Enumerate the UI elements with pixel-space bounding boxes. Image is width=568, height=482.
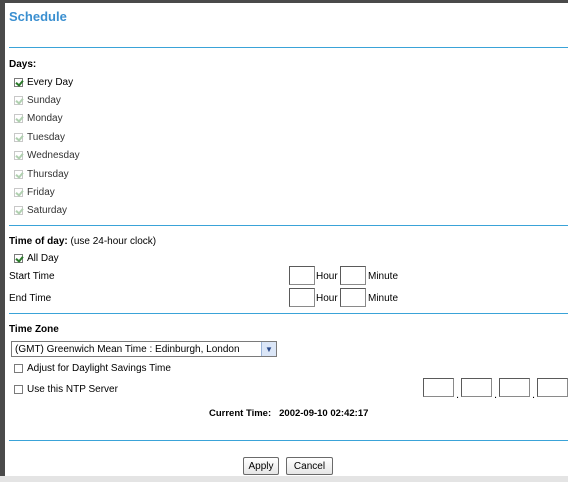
start-hour-unit: Hour — [316, 271, 338, 282]
end-minute-unit: Minute — [368, 293, 399, 304]
divider — [9, 47, 568, 48]
cancel-button[interactable]: Cancel — [286, 457, 333, 475]
wednesday-label: Wednesday — [27, 149, 80, 161]
day-row-tuesday: Tuesday — [14, 130, 65, 144]
day-row-thursday: Thursday — [14, 167, 69, 181]
saturday-label: Saturday — [27, 204, 68, 216]
friday-checkbox — [14, 187, 23, 197]
thursday-checkbox — [14, 169, 23, 179]
start-minute-unit: Minute — [368, 271, 399, 282]
start-time-label: Start Time — [9, 271, 55, 282]
friday-label: Friday — [27, 186, 55, 198]
daylight-savings-label: Adjust for Daylight Savings Time — [27, 362, 171, 374]
sunday-label: Sunday — [27, 94, 61, 106]
all-day-row[interactable]: All Day — [14, 251, 59, 265]
ip-separator-dot: . — [532, 389, 536, 401]
time-of-day-heading-text: Time of day: — [9, 236, 68, 247]
current-time-label: Current Time: — [209, 408, 272, 419]
tuesday-checkbox — [14, 132, 23, 142]
time-zone-select[interactable]: (GMT) Greenwich Mean Time : Edinburgh, L… — [11, 341, 277, 357]
ntp-server-label: Use this NTP Server — [27, 383, 118, 395]
ip-separator-dot: . — [494, 389, 498, 401]
ntp-octet-1-input[interactable] — [423, 378, 454, 397]
every-day-label: Every Day — [27, 76, 74, 88]
start-minute-input[interactable] — [340, 266, 366, 285]
ntp-octet-3-input[interactable] — [499, 378, 530, 397]
window-bottom-strip — [0, 476, 568, 482]
time-zone-heading: Time Zone — [9, 324, 59, 335]
wednesday-checkbox — [14, 150, 23, 160]
current-time-value: 2002-09-10 02:42:17 — [279, 408, 369, 419]
daylight-savings-row[interactable]: Adjust for Daylight Savings Time — [14, 361, 171, 375]
end-hour-input[interactable] — [289, 288, 315, 307]
time-of-day-heading: Time of day: (use 24-hour clock) — [9, 236, 156, 247]
day-row-sunday: Sunday — [14, 93, 61, 107]
daylight-savings-checkbox[interactable] — [14, 363, 23, 373]
monday-label: Monday — [27, 112, 63, 124]
day-row-wednesday: Wednesday — [14, 148, 80, 162]
day-row-friday: Friday — [14, 185, 55, 199]
current-time-display: Current Time: 2002-09-10 02:42:17 — [209, 408, 368, 419]
page-title: Schedule — [9, 9, 67, 24]
ntp-server-checkbox[interactable] — [14, 384, 23, 394]
saturday-checkbox — [14, 205, 23, 215]
window-left-border — [0, 0, 5, 482]
every-day-checkbox[interactable] — [14, 77, 23, 87]
day-row-monday: Monday — [14, 111, 63, 125]
tuesday-label: Tuesday — [27, 131, 65, 143]
chevron-down-icon[interactable]: ▼ — [261, 342, 276, 356]
all-day-label: All Day — [27, 252, 59, 264]
start-hour-input[interactable] — [289, 266, 315, 285]
schedule-page: Schedule Days: Every Day Sunday Monday T… — [9, 3, 568, 476]
days-heading: Days: — [9, 59, 37, 70]
ntp-octet-4-input[interactable] — [537, 378, 568, 397]
end-time-label: End Time — [9, 293, 52, 304]
day-row-every-day[interactable]: Every Day — [14, 75, 73, 89]
time-of-day-note: (use 24-hour clock) — [67, 236, 157, 247]
divider — [9, 440, 568, 441]
end-minute-input[interactable] — [340, 288, 366, 307]
time-zone-selected-value: (GMT) Greenwich Mean Time : Edinburgh, L… — [15, 343, 240, 355]
monday-checkbox — [14, 113, 23, 123]
divider — [9, 313, 568, 314]
ip-separator-dot: . — [456, 389, 460, 401]
apply-button[interactable]: Apply — [243, 457, 279, 475]
end-hour-unit: Hour — [316, 293, 338, 304]
all-day-checkbox[interactable] — [14, 253, 23, 263]
ntp-octet-2-input[interactable] — [461, 378, 492, 397]
day-row-saturday: Saturday — [14, 203, 67, 217]
ntp-server-row[interactable]: Use this NTP Server — [14, 382, 118, 396]
thursday-label: Thursday — [27, 168, 69, 180]
divider — [9, 225, 568, 226]
sunday-checkbox — [14, 95, 23, 105]
